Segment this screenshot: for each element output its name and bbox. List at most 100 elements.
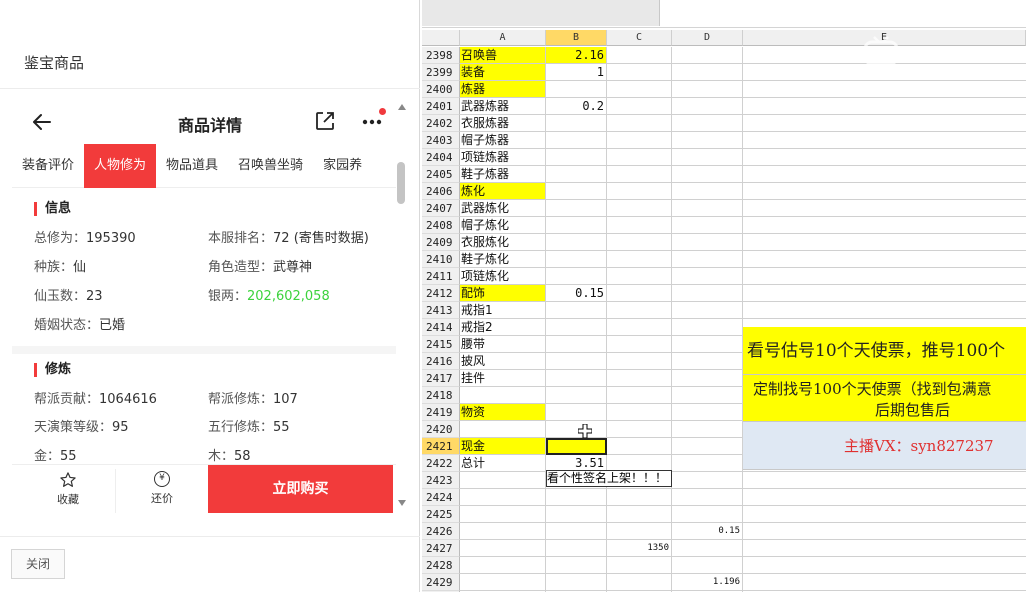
table-cell[interactable]: 项链炼器	[460, 149, 546, 166]
row-number[interactable]: 2422	[422, 455, 460, 472]
table-cell[interactable]: 装备	[460, 64, 546, 81]
row-number[interactable]: 2406	[422, 183, 460, 200]
tab-items[interactable]: 物品道具	[156, 144, 228, 188]
table-cell[interactable]	[546, 404, 607, 421]
table-cell[interactable]	[607, 523, 672, 540]
column-header-a[interactable]: A	[460, 30, 546, 46]
row-number[interactable]: 2409	[422, 234, 460, 251]
table-cell[interactable]	[460, 557, 546, 574]
table-cell[interactable]	[607, 506, 672, 523]
table-cell[interactable]	[607, 557, 672, 574]
table-cell[interactable]	[460, 506, 546, 523]
row-number[interactable]: 2408	[422, 217, 460, 234]
table-cell[interactable]	[607, 234, 672, 251]
table-cell[interactable]	[607, 183, 672, 200]
buy-now-button[interactable]: 立即购买	[208, 465, 393, 513]
name-box[interactable]	[422, 0, 660, 26]
table-cell[interactable]	[546, 81, 607, 98]
table-cell[interactable]	[607, 200, 672, 217]
table-cell[interactable]: 1	[546, 64, 607, 81]
table-cell[interactable]	[546, 574, 607, 591]
table-cell[interactable]	[607, 421, 672, 438]
column-header-c[interactable]: C	[607, 30, 672, 46]
table-cell[interactable]	[546, 421, 607, 438]
table-cell[interactable]: 挂件	[460, 370, 546, 387]
table-cell[interactable]	[743, 81, 1026, 98]
table-cell[interactable]: 衣服炼化	[460, 234, 546, 251]
table-cell[interactable]	[546, 268, 607, 285]
tab-character-cultivation[interactable]: 人物修为	[84, 144, 157, 188]
table-cell[interactable]	[607, 404, 672, 421]
table-cell[interactable]	[672, 115, 743, 132]
table-cell[interactable]: 物资	[460, 404, 546, 421]
table-cell[interactable]	[460, 472, 546, 489]
row-number[interactable]: 2401	[422, 98, 460, 115]
table-cell[interactable]	[546, 217, 607, 234]
table-cell[interactable]: 0.15	[546, 285, 607, 302]
table-cell[interactable]	[672, 404, 743, 421]
table-cell[interactable]	[672, 387, 743, 404]
table-cell[interactable]	[607, 353, 672, 370]
table-cell[interactable]: 项链炼化	[460, 268, 546, 285]
table-cell[interactable]	[607, 574, 672, 591]
table-cell[interactable]	[743, 234, 1026, 251]
table-cell[interactable]	[607, 370, 672, 387]
select-all-corner[interactable]	[422, 30, 460, 46]
table-cell[interactable]: 召唤兽	[460, 47, 546, 64]
row-number[interactable]: 2420	[422, 421, 460, 438]
table-cell[interactable]	[546, 319, 607, 336]
table-cell[interactable]	[607, 132, 672, 149]
table-cell[interactable]	[546, 523, 607, 540]
table-cell[interactable]	[743, 183, 1026, 200]
table-cell[interactable]	[743, 98, 1026, 115]
scrollbar[interactable]	[396, 96, 408, 516]
bargain-button[interactable]: ¥ 还价	[130, 471, 194, 506]
table-cell[interactable]	[546, 557, 607, 574]
table-cell[interactable]	[546, 489, 607, 506]
table-cell[interactable]	[607, 81, 672, 98]
tab-home[interactable]: 家园养	[313, 144, 372, 188]
row-number[interactable]: 2414	[422, 319, 460, 336]
tab-equipment-review[interactable]: 装备评价	[12, 144, 84, 188]
table-cell[interactable]	[672, 540, 743, 557]
table-cell[interactable]	[743, 115, 1026, 132]
table-cell[interactable]	[546, 387, 607, 404]
table-cell[interactable]	[460, 421, 546, 438]
table-cell[interactable]	[460, 574, 546, 591]
table-cell[interactable]	[672, 200, 743, 217]
table-cell[interactable]	[546, 353, 607, 370]
row-number[interactable]: 2429	[422, 574, 460, 591]
more-icon[interactable]	[360, 114, 384, 128]
close-button[interactable]: 关闭	[11, 549, 65, 579]
table-cell[interactable]: 鞋子炼器	[460, 166, 546, 183]
table-cell[interactable]	[607, 268, 672, 285]
table-cell[interactable]: 1350	[607, 540, 672, 557]
table-cell[interactable]	[607, 149, 672, 166]
table-cell[interactable]	[546, 149, 607, 166]
row-number[interactable]: 2426	[422, 523, 460, 540]
table-cell[interactable]	[672, 64, 743, 81]
table-cell[interactable]: 配饰	[460, 285, 546, 302]
table-cell[interactable]	[743, 574, 1026, 591]
table-cell[interactable]	[607, 64, 672, 81]
table-cell[interactable]	[672, 234, 743, 251]
table-cell[interactable]	[546, 115, 607, 132]
table-cell[interactable]	[460, 523, 546, 540]
scroll-down-arrow-icon[interactable]	[398, 500, 406, 506]
table-cell[interactable]	[607, 387, 672, 404]
table-cell[interactable]	[743, 251, 1026, 268]
table-cell[interactable]	[743, 489, 1026, 506]
table-cell[interactable]	[672, 421, 743, 438]
table-cell[interactable]	[672, 47, 743, 64]
table-cell[interactable]	[743, 200, 1026, 217]
row-number[interactable]: 2418	[422, 387, 460, 404]
table-cell[interactable]	[546, 132, 607, 149]
table-cell[interactable]	[743, 540, 1026, 557]
table-cell[interactable]	[546, 166, 607, 183]
row-number[interactable]: 2411	[422, 268, 460, 285]
table-cell[interactable]	[607, 166, 672, 183]
table-cell[interactable]	[743, 506, 1026, 523]
table-cell[interactable]: 炼化	[460, 183, 546, 200]
table-cell[interactable]: 戒指1	[460, 302, 546, 319]
favorite-button[interactable]: 收藏	[36, 471, 100, 507]
